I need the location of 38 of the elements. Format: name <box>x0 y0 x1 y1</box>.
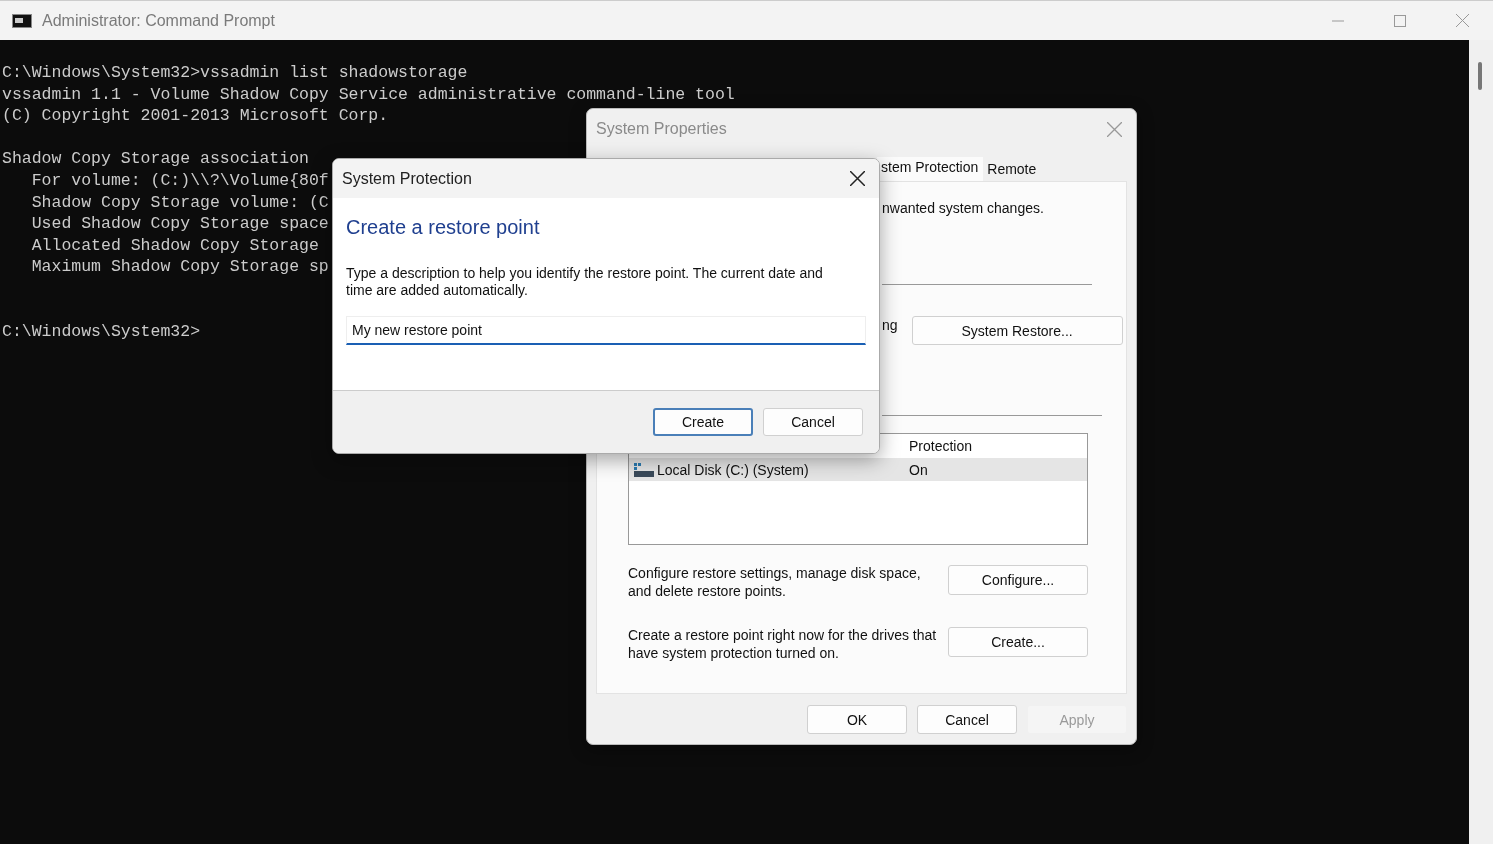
console-line: (C) Copyright 2001-2013 Microsoft Corp. <box>2 106 389 126</box>
console-line: C:\Windows\System32> <box>2 322 201 342</box>
description-text: nwanted system changes. <box>881 200 1045 216</box>
close-icon[interactable] <box>850 171 865 186</box>
dialog-heading: Create a restore point <box>346 216 541 239</box>
action-description: Create a restore point right now for the drives that have system protection turned on. <box>628 626 938 662</box>
console-line: Shadow Copy Storage volume: (C <box>30 192 329 212</box>
scrollbar-thumb[interactable] <box>1478 62 1482 90</box>
console-line: For volume: (C:)\\?\Volume{80f <box>30 170 329 190</box>
tab[interactable]: stem Protection <box>877 157 984 181</box>
system-restore-button[interactable]: System Restore... <box>911 316 1123 345</box>
console-line: Allocated Shadow Copy Storage <box>30 235 319 255</box>
console-line: Used Shadow Copy Storage space <box>30 214 329 234</box>
description-field[interactable]: My new restore point <box>346 316 866 345</box>
instruction-text: Type a description to help you identify the restore point. The current date and time are added automatically. <box>346 265 824 299</box>
action-button[interactable]: Configure... <box>948 565 1088 595</box>
table-cell: On <box>909 461 928 478</box>
action-button[interactable]: Create... <box>948 627 1088 657</box>
console-app-icon <box>12 13 32 28</box>
dialog-title: System Protection <box>342 169 472 188</box>
drive-icon <box>634 462 654 477</box>
tab[interactable]: Remote <box>983 159 1042 181</box>
console-line: vssadmin 1.1 - Volume Shadow Copy Service administrative command-line tool <box>2 84 735 104</box>
console-line: Shadow Copy Storage association <box>2 149 309 169</box>
action-description: Configure restore settings, manage disk space, and delete restore points. <box>628 564 922 600</box>
table-cell: Local Disk (C:) (System) <box>657 461 809 478</box>
dialog-button[interactable]: Cancel <box>917 705 1017 734</box>
dialog-button[interactable]: Cancel <box>763 408 863 436</box>
window-title: Administrator: Command Prompt <box>42 11 275 30</box>
dialog-button[interactable]: OK <box>807 705 907 734</box>
maximize-icon[interactable] <box>1394 14 1406 27</box>
window-title: System Properties <box>596 120 727 138</box>
column-header[interactable]: Protection <box>909 438 973 454</box>
console-line: C:\Windows\System32>vssadmin list shadowstorage <box>2 63 468 82</box>
restore-label: ng <box>882 316 898 333</box>
drive-row[interactable]: Local Disk (C:) (System) On <box>629 458 1087 481</box>
console-line: Maximum Shadow Copy Storage sp <box>30 257 329 277</box>
dialog-button[interactable]: Create <box>653 408 753 436</box>
